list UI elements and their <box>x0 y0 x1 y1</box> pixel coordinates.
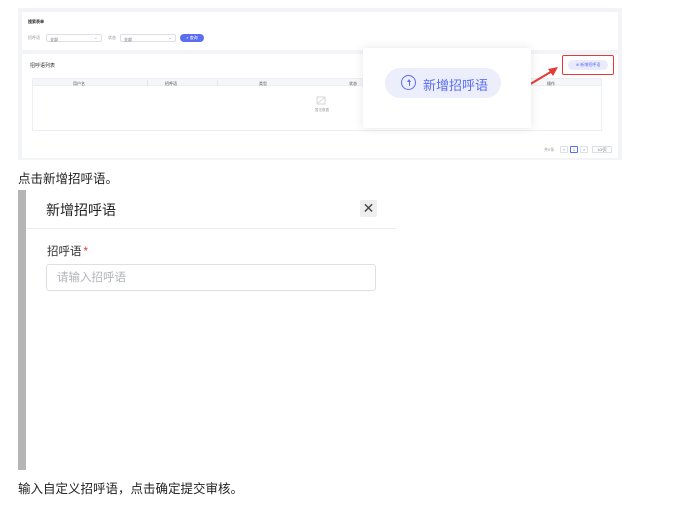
status-filter-value: 全部 <box>124 36 132 42</box>
greeting-field-label-text: 招呼语 <box>47 246 82 258</box>
required-mark: * <box>83 246 88 258</box>
query-button[interactable]: ⌕ 查询 <box>180 34 204 42</box>
close-icon[interactable]: ✕ <box>360 200 377 217</box>
greeting-filter-label: 招呼语 <box>28 35 40 40</box>
dialog-title: 新增招呼语 <box>46 202 116 218</box>
greeting-input[interactable] <box>46 264 376 291</box>
search-form-card: 搜索表单 招呼语 全部 ⌄ 状态 全部 ⌄ ⌕ 查询 <box>22 12 618 50</box>
pagination-total: 共0条 <box>544 147 555 152</box>
pagination-next-button[interactable]: > <box>580 146 588 153</box>
greeting-filter-select[interactable]: 全部 ⌄ <box>46 34 102 42</box>
empty-text: 暂无数据 <box>315 108 329 112</box>
highlight-box: ⊕ 新增招呼语 <box>562 55 614 75</box>
pagination-page-size[interactable]: 10/页 <box>592 146 612 153</box>
step1-caption: 点击新增招呼语。 <box>18 172 119 186</box>
add-greeting-button[interactable]: 新增招呼语 <box>385 68 501 98</box>
greeting-filter-value: 全部 <box>50 36 58 42</box>
divider <box>26 228 396 229</box>
search-icon: ⌕ <box>186 35 189 40</box>
list-page-screenshot: 搜索表单 招呼语 全部 ⌄ 状态 全部 ⌄ ⌕ 查询 招呼语列表 用户名 招呼语… <box>18 8 622 160</box>
query-button-label: 查询 <box>189 35 198 40</box>
add-greeting-button-small[interactable]: ⊕ 新增招呼语 <box>568 60 608 70</box>
add-greeting-label-small: 新增招呼语 <box>580 62 601 67</box>
chevron-down-icon: ⌄ <box>167 35 172 41</box>
upload-icon <box>401 75 416 90</box>
status-filter-label: 状态 <box>108 35 116 40</box>
dialog-side-bar <box>18 190 26 470</box>
step2-caption: 输入自定义招呼语，点击确定提交审核。 <box>18 482 244 496</box>
greeting-field-label: 招呼语 * <box>47 243 88 259</box>
add-greeting-label: 新增招呼语 <box>423 78 489 93</box>
search-section-title: 搜索表单 <box>28 19 44 24</box>
upload-icon: ⊕ <box>575 62 580 67</box>
add-greeting-dialog-screenshot: 新增招呼语 ✕ 招呼语 * <box>18 190 396 470</box>
list-title: 招呼语列表 <box>30 63 56 69</box>
zoom-callout: 新增招呼语 <box>363 48 531 128</box>
chevron-down-icon: ⌄ <box>93 35 98 41</box>
status-filter-select[interactable]: 全部 ⌄ <box>120 34 176 42</box>
pagination-page-1[interactable]: 1 <box>570 146 578 153</box>
empty-data-icon <box>316 96 326 105</box>
pagination-prev-button[interactable]: < <box>560 146 568 153</box>
